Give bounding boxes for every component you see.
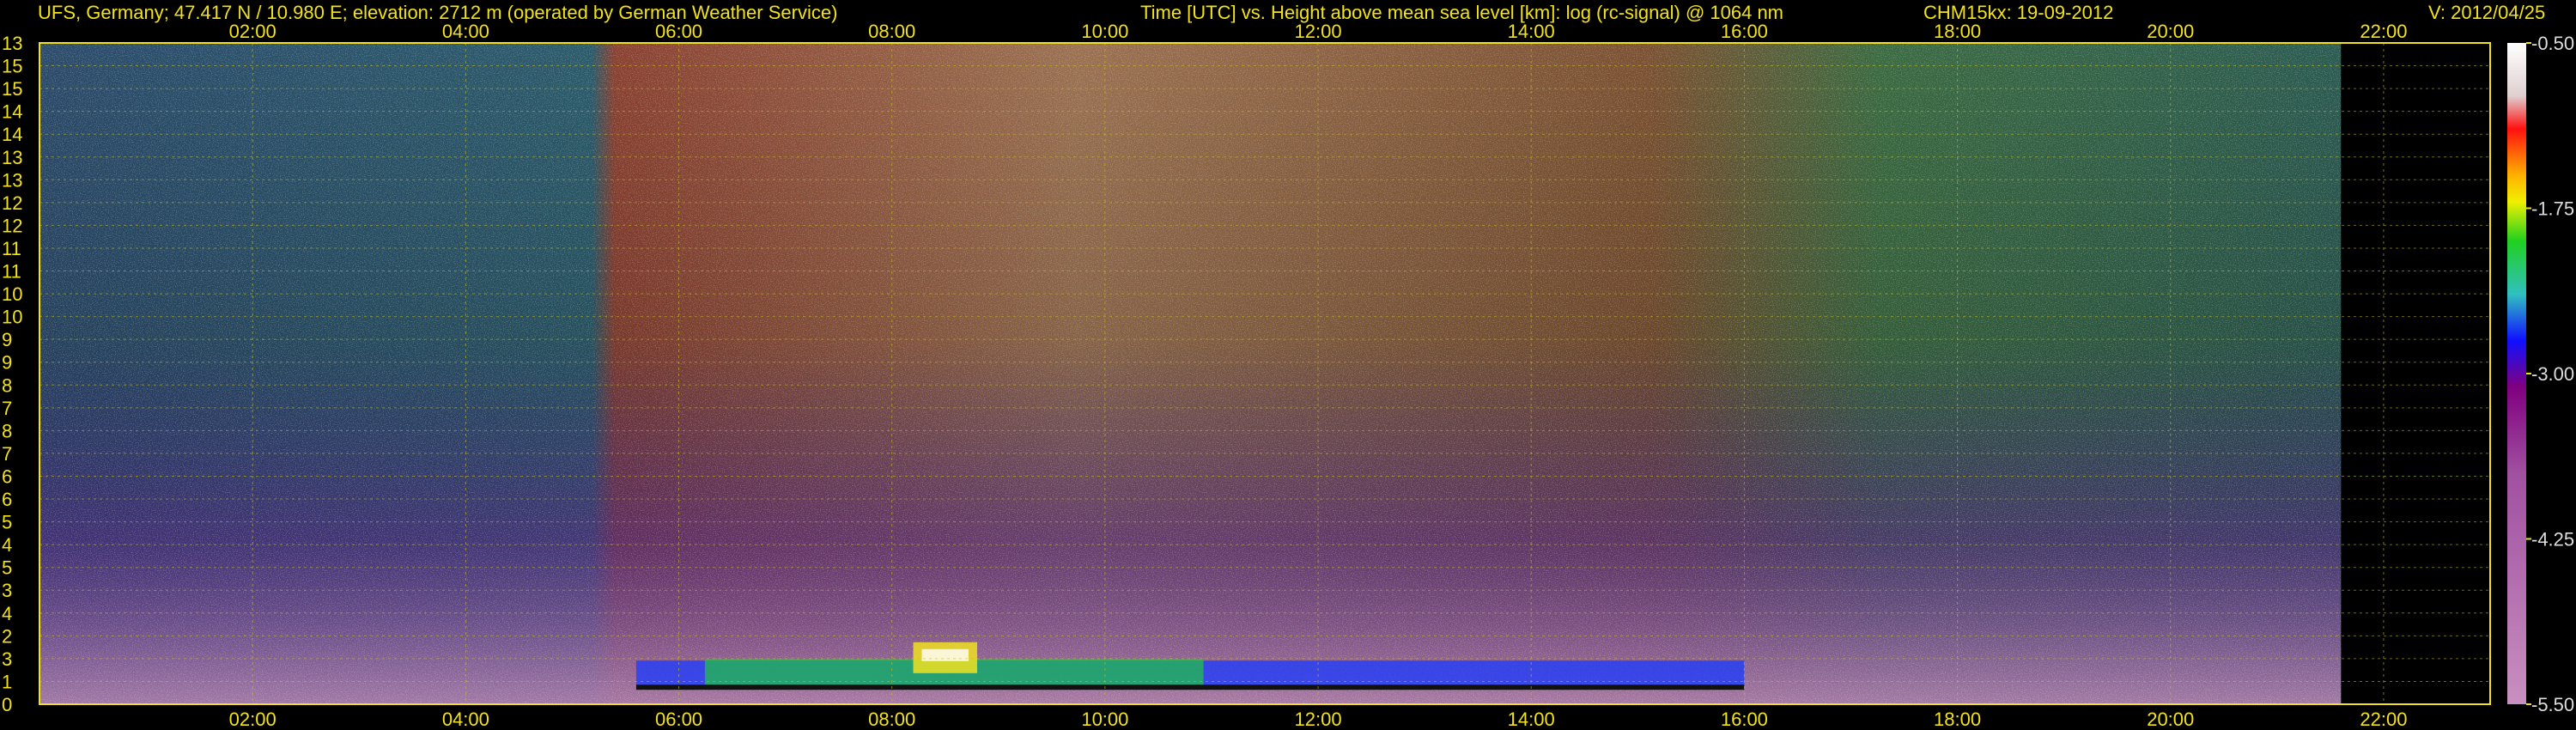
- feature-layer-base: [635, 684, 1745, 690]
- y-tick-12: 8: [2, 420, 12, 441]
- feature-cloud-core: [921, 648, 969, 661]
- x-tick-bottom-10: 22:00: [2360, 709, 2407, 730]
- x-tick-top-3: 08:00: [868, 21, 915, 42]
- y-tick-27: 15: [2, 78, 22, 100]
- y-tick-29: 13: [2, 33, 22, 54]
- version-label: V: 2012/04/25: [2428, 2, 2546, 23]
- x-tick-bottom-8: 18:00: [1934, 709, 1981, 730]
- x-tick-bottom-6: 14:00: [1508, 709, 1555, 730]
- x-tick-top-9: 20:00: [2147, 21, 2194, 42]
- y-tick-14: 8: [2, 374, 12, 396]
- colorbar-tick-3: -4.25: [2531, 529, 2574, 551]
- y-tick-25: 14: [2, 124, 22, 145]
- colorbar-tick-4: -5.50: [2531, 694, 2574, 715]
- station-info: UFS, Germany; 47.417 N / 10.980 E; eleva…: [38, 2, 838, 23]
- y-tick-5: 3: [2, 580, 12, 601]
- y-tick-6: 5: [2, 557, 12, 579]
- lidar-chart: 02:00 04:00 06:00 08:00 10:00 12:00 14:00 16:00…: [2, 21, 2574, 730]
- y-tick-9: 6: [2, 489, 12, 510]
- instrument-date: CHM15kx: 19-09-2012: [1923, 2, 2114, 23]
- y-tick-19: 11: [2, 261, 21, 283]
- x-axis-bottom: 02:00 04:00 06:00 08:00 10:00 12:00 14:00 16:00…: [229, 709, 2408, 730]
- chart-title: Time [UTC] vs. Height above mean sea lev…: [1140, 2, 1784, 23]
- x-tick-top-10: 22:00: [2360, 21, 2407, 42]
- colorbar-gradient: [2507, 43, 2526, 704]
- y-tick-15: 9: [2, 352, 12, 374]
- x-tick-bottom-1: 04:00: [442, 709, 489, 730]
- x-tick-bottom-5: 12:00: [1295, 709, 1342, 730]
- y-tick-24: 13: [2, 147, 22, 168]
- y-tick-22: 12: [2, 192, 22, 214]
- x-tick-top-4: 10:00: [1081, 21, 1128, 42]
- y-tick-18: 10: [2, 283, 22, 305]
- y-tick-4: 4: [2, 603, 12, 624]
- y-tick-17: 10: [2, 307, 22, 328]
- y-tick-0: 0: [2, 694, 12, 715]
- colorbar-tick-1: -1.75: [2531, 198, 2574, 220]
- y-tick-7: 4: [2, 534, 12, 556]
- y-tick-2: 3: [2, 648, 12, 670]
- y-tick-23: 13: [2, 169, 22, 191]
- x-tick-bottom-9: 20:00: [2147, 709, 2194, 730]
- colorbar: -0.50 -1.75 -3.00 -4.25 -5.50: [2507, 33, 2574, 715]
- y-tick-10: 6: [2, 465, 12, 487]
- y-tick-16: 9: [2, 329, 12, 350]
- y-tick-3: 2: [2, 625, 12, 647]
- x-tick-bottom-3: 08:00: [868, 709, 915, 730]
- x-tick-bottom-0: 02:00: [229, 709, 276, 730]
- signal-heatmap: [39, 43, 2342, 704]
- heatmap-noise: [39, 43, 2342, 704]
- y-tick-20: 11: [2, 238, 21, 259]
- y-tick-21: 12: [2, 215, 22, 236]
- y-tick-28: 15: [2, 56, 22, 77]
- colorbar-tick-2: -3.00: [2531, 363, 2574, 385]
- x-tick-bottom-7: 16:00: [1721, 709, 1768, 730]
- y-tick-8: 5: [2, 512, 12, 533]
- x-tick-bottom-4: 10:00: [1081, 709, 1128, 730]
- colorbar-tick-0: -0.50: [2531, 33, 2574, 54]
- y-tick-1: 1: [2, 671, 12, 692]
- y-tick-11: 7: [2, 443, 12, 465]
- y-tick-26: 14: [2, 101, 22, 123]
- x-tick-bottom-2: 06:00: [655, 709, 702, 730]
- y-axis: 0132435456678789910101111121213131414151…: [2, 33, 22, 715]
- y-tick-13: 7: [2, 398, 12, 419]
